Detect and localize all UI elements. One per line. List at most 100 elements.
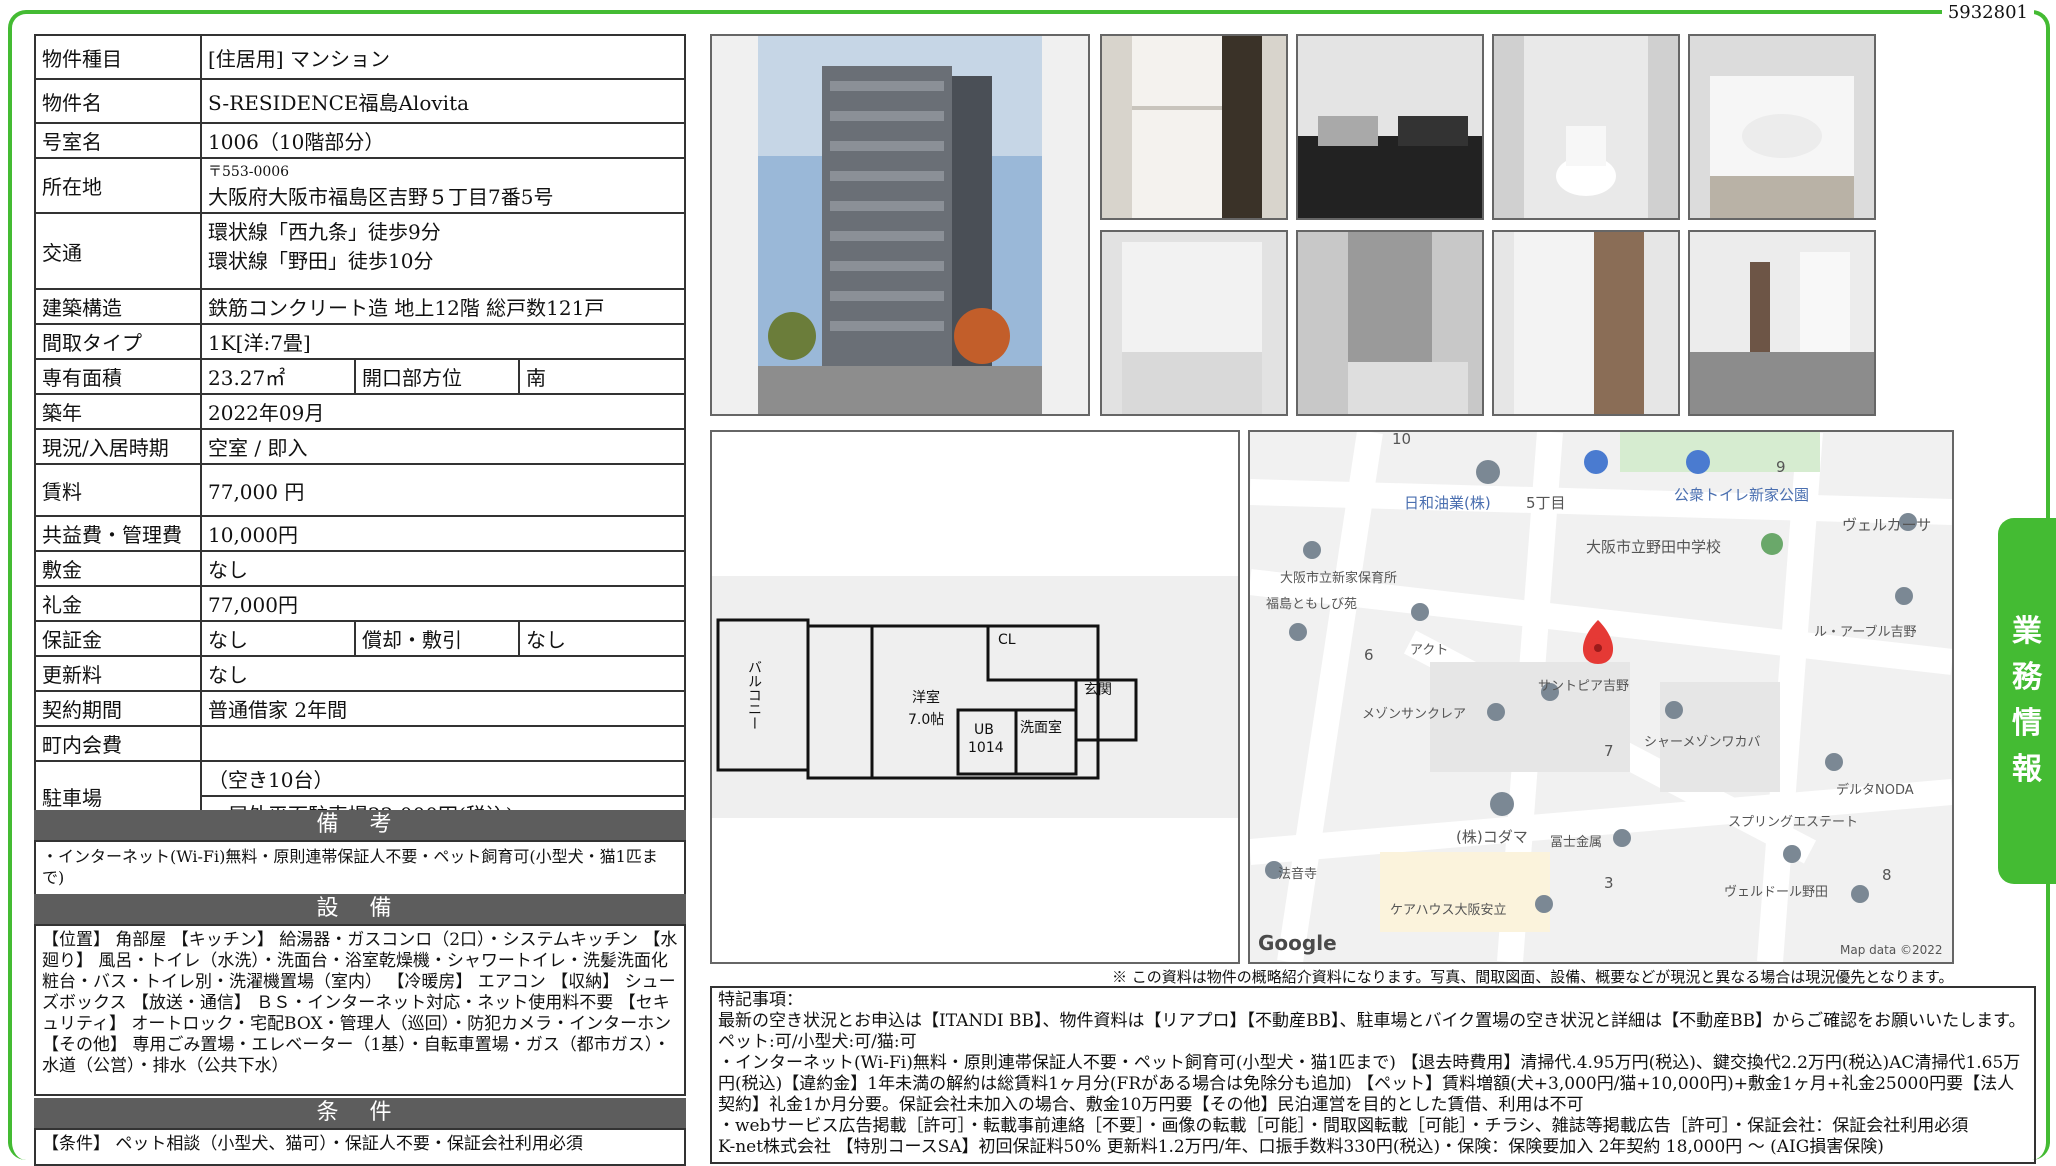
transit-line-1: 環状線「西九条」徒歩9分 (208, 220, 441, 244)
location-map[interactable]: 10 9 6 7 3 8 日和油業(株) 5丁目 公衆トイレ新家公園 大阪市立野… (1248, 430, 1954, 964)
parking-availability: （空き10台） (200, 760, 686, 797)
map-label-nursery: 大阪市立新家保育所 (1280, 570, 1397, 586)
deposit-value: なし (200, 550, 686, 587)
structure-value: 鉄筋コンクリート造 地上12階 総戸数121戸 (200, 288, 686, 325)
special-notes-line: ペット:可/小型犬:可/猫:可 (718, 1032, 917, 1052)
floorplan-room-size: 7.0帖 (908, 712, 944, 728)
map-number-3: 3 (1604, 874, 1614, 892)
postal-code: 〒553-0006 (208, 164, 290, 180)
map-label-hiwa-oil: 日和油業(株) (1404, 494, 1491, 512)
rent-value: 77,000 円 (200, 463, 686, 517)
floor-plan: 洋室 7.0帖 UB 1014 洗面室 玄関 CL バルコニー (710, 430, 1240, 964)
map-label-fuji-kinzoku: 冨士金属 (1550, 834, 1602, 850)
side-tab-char: 報 (2012, 752, 2042, 787)
remarks-section: 備 考 ・インターネット(Wi-Fi)無料・原則連帯保証人不要・ペット飼育可(小… (34, 810, 686, 898)
vanity-photo (1100, 230, 1288, 416)
side-tab-char: 情 (2012, 706, 2042, 741)
map-label-kodama: (株)コダマ (1456, 828, 1528, 846)
guarantee-value: なし (200, 620, 356, 657)
map-attribution[interactable]: Map data ©2022 (1840, 943, 1943, 957)
equipment-title: 設 備 (34, 894, 686, 924)
area-label: 専有面積 (34, 358, 202, 395)
special-notes-line: K-net株式会社 【特別コースSA】初回保証料50% 更新料1.2万円/年、口… (718, 1137, 1884, 1157)
deposit-label: 敷金 (34, 550, 202, 587)
key-money-value: 77,000円 (200, 585, 686, 622)
map-label-care-house: ケアハウス大阪安立 (1390, 903, 1506, 918)
room-value: 1006（10階部分） (200, 122, 686, 159)
layout-value: 1K[洋:7畳] (200, 323, 686, 360)
equipment-section: 設 備 【位置】 角部屋 【キッチン】 給湯器・ガスコンロ（2口）・システムキッ… (34, 894, 686, 1096)
map-number-7: 7 (1604, 742, 1614, 760)
map-label-le-havre: ル・アーブル吉野 (1814, 624, 1916, 640)
name-value: S-RESIDENCE福島Alovita (200, 78, 686, 124)
living-room-photo (1688, 230, 1876, 416)
document-id: 5932801 (1941, 2, 2034, 23)
closet-photo (1100, 34, 1288, 220)
facing-value: 南 (518, 358, 686, 395)
status-label: 現況/入居時期 (34, 428, 202, 465)
floorplan-balcony: バルコニー (746, 660, 762, 730)
community-fee-label: 町内会費 (34, 725, 202, 762)
equipment-text: 【位置】 角部屋 【キッチン】 給湯器・ガスコンロ（2口）・システムキッチン 【… (34, 924, 686, 1096)
business-info-tab[interactable]: 業 務 情 報 (1998, 518, 2056, 884)
map-label-junior-high: 大阪市立野田中学校 (1586, 538, 1721, 556)
map-label-spring-estate: スプリングエステート (1728, 815, 1858, 830)
contract-value: 普通借家 2年間 (200, 690, 686, 727)
room-label: 号室名 (34, 122, 202, 159)
address-cell: 〒553-0006 大阪府大阪市福島区吉野５丁目7番5号 (200, 157, 686, 214)
floorplan-room-name: 洋室 (912, 689, 940, 706)
map-label-tomoshibi: 福島ともしび苑 (1266, 597, 1357, 612)
fee-label: 共益費・管理費 (34, 515, 202, 552)
map-label-chamaison: シャーメゾンワカバ (1644, 735, 1760, 750)
renewal-value: なし (200, 655, 686, 692)
structure-label: 建築構造 (34, 288, 202, 325)
floorplan-ub-number: 1014 (968, 740, 1004, 756)
map-number-6: 6 (1364, 646, 1374, 664)
washbasin-photo (1688, 34, 1876, 220)
contract-label: 契約期間 (34, 690, 202, 727)
map-label-act: アクト (1410, 643, 1448, 658)
name-label: 物件名 (34, 78, 202, 124)
transit-cell: 環状線「西九条」徒歩9分 環状線「野田」徒歩10分 (200, 212, 686, 290)
special-notes: 特記事項： 最新の空き状況とお申込は【ITANDI BB】、物件資料は【リアプロ… (710, 986, 2036, 1164)
side-tab-char: 務 (2012, 660, 2042, 695)
map-number-8: 8 (1882, 866, 1892, 884)
guarantee-label: 保証金 (34, 620, 202, 657)
address-label: 所在地 (34, 157, 202, 214)
remarks-title: 備 考 (34, 810, 686, 840)
bathroom-photo (1296, 230, 1484, 416)
special-notes-line: ・webサービス広告掲載［許可］・転載事前連絡［不要］・画像の転載［可能］・間取… (718, 1116, 1969, 1136)
address-value: 大阪府大阪市福島区吉野５丁目7番5号 (208, 185, 554, 209)
fee-value: 10,000円 (200, 515, 686, 552)
floorplan-washroom: 洗面室 (1020, 719, 1062, 736)
map-label-verdor: ヴェルドール野田 (1724, 884, 1828, 900)
rent-label: 賃料 (34, 463, 202, 517)
conditions-section: 条 件 【条件】 ペット相談（小型犬、猫可）・保証人不要・保証会社利用必須 (34, 1098, 686, 1166)
disclaimer: ※ この資料は物件の概略紹介資料になります。写真、間取図面、設備、概要などが現況… (1112, 968, 1954, 986)
map-label-vercasa: ヴェルカーサ (1842, 516, 1931, 534)
status-value: 空室 / 即入 (200, 428, 686, 465)
map-label-delta-noda: デルタNODA (1836, 782, 1914, 798)
community-fee-value (200, 725, 686, 762)
built-value: 2022年09月 (200, 393, 686, 430)
built-label: 築年 (34, 393, 202, 430)
special-notes-line: ・インターネット(Wi-Fi)無料・原則連帯保証人不要・ペット飼育可(小型犬・猫… (718, 1053, 2021, 1115)
kitchen-photo (1296, 34, 1484, 220)
property-table: 物件種目 [住居用] マンション 物件名 S-RESIDENCE福島Alovit… (34, 34, 686, 832)
type-label: 物件種目 (34, 34, 202, 80)
map-number-10: 10 (1392, 432, 1411, 448)
type-value: [住居用] マンション (200, 34, 686, 80)
key-money-label: 礼金 (34, 585, 202, 622)
facing-label: 開口部方位 (354, 358, 520, 395)
floorplan-closet: CL (998, 632, 1016, 648)
area-value: 23.27㎡ (200, 358, 356, 395)
floorplan-entrance: 玄関 (1084, 681, 1112, 698)
amortization-label: 償却・敷引 (354, 620, 520, 657)
building-exterior-photo (710, 34, 1090, 416)
conditions-text: 【条件】 ペット相談（小型犬、猫可）・保証人不要・保証会社利用必須 (34, 1128, 686, 1166)
map-label-5chome: 5丁目 (1526, 494, 1566, 512)
renewal-label: 更新料 (34, 655, 202, 692)
toilet-photo (1492, 34, 1680, 220)
special-notes-title: 特記事項： (718, 990, 803, 1010)
map-label-hoonji: 法音寺 (1278, 866, 1317, 882)
